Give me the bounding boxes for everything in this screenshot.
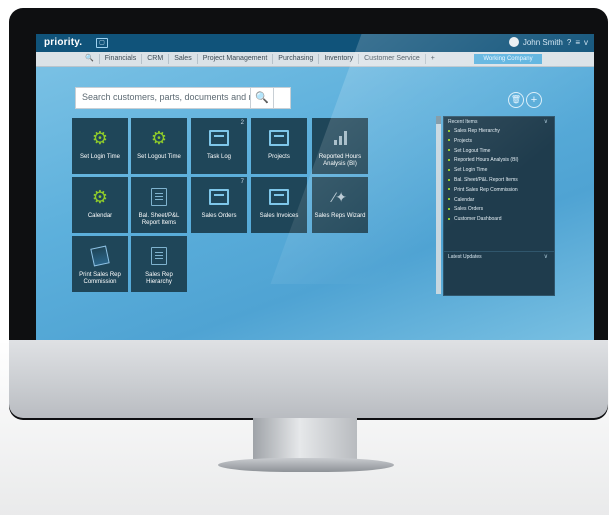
tile-sales-invoices[interactable]: Sales Invoices	[251, 177, 307, 233]
gear-icon: ⚙	[91, 128, 109, 148]
recent-item[interactable]: Customer Dashboard	[448, 215, 548, 225]
tile-label: Reported Hours Analysis (BI)	[318, 154, 362, 167]
recent-items-title: Recent Items	[448, 119, 478, 125]
help-icon[interactable]: ?	[567, 38, 571, 47]
main-menu-bar: 🔍 Financials CRM Sales Project Managemen…	[36, 52, 594, 67]
tile-sales-reps-wizard[interactable]: ⁄✦ Sales Reps Wizard	[312, 177, 368, 233]
wand-icon: ⁄✦	[332, 188, 348, 205]
form-icon	[251, 187, 307, 207]
menu-icon[interactable]: ≡	[575, 38, 580, 47]
search-placeholder: Search customers, parts, documents and m…	[82, 92, 270, 102]
recent-item[interactable]: Reported Hours Analysis (BI)	[448, 156, 548, 166]
monitor-stand-base	[218, 458, 394, 472]
tile-bal-sheet-report-items[interactable]: Bal. Sheet/P&L Report Items	[131, 177, 187, 233]
tile-label: Set Logout Time	[137, 154, 181, 160]
tile-set-login-time[interactable]: ⚙ Set Login Time	[72, 118, 128, 174]
print-icon	[72, 245, 128, 267]
recent-item[interactable]: Print Sales Rep Commission	[448, 186, 548, 196]
recent-item[interactable]: Set Logout Time	[448, 147, 548, 157]
menu-search-icon[interactable]: 🔍	[80, 54, 99, 64]
gear-icon: ⚙	[91, 187, 109, 207]
menu-item-inventory[interactable]: Inventory	[318, 54, 358, 64]
chevron-down-icon[interactable]: v	[584, 38, 588, 47]
tile-calendar[interactable]: ⚙ Calendar	[72, 177, 128, 233]
menu-item-customer-service[interactable]: Customer Service	[358, 54, 425, 64]
menu-add-icon[interactable]: +	[424, 54, 440, 64]
tile-label: Sales Orders	[201, 213, 237, 219]
add-tile-button[interactable]: +	[526, 92, 542, 108]
delete-tile-button[interactable]: 🗑	[508, 92, 524, 108]
plus-icon: +	[530, 94, 538, 106]
recent-item[interactable]: Set Login Time	[448, 166, 548, 176]
tile-task-log[interactable]: 2 Task Log	[191, 118, 247, 174]
tile-label: Sales Reps Wizard	[314, 213, 366, 219]
gear-icon: ⚙	[150, 128, 168, 148]
tile-label: Set Login Time	[79, 154, 121, 160]
top-bar: priority. ▢ John Smith ? ≡ v	[36, 34, 594, 52]
tile-reported-hours-analysis[interactable]: Reported Hours Analysis (BI)	[312, 118, 368, 174]
form-icon	[191, 128, 247, 148]
recent-item[interactable]: Sales Orders	[448, 205, 548, 215]
company-selector[interactable]: Working Company	[474, 54, 542, 64]
avatar[interactable]	[508, 37, 519, 47]
count-badge: 2	[240, 120, 244, 126]
app-screen: priority. ▢ John Smith ? ≡ v 🔍 Financial…	[36, 34, 594, 340]
menu-item-financials[interactable]: Financials	[98, 54, 142, 64]
main-menu: 🔍 Financials CRM Sales Project Managemen…	[80, 54, 440, 64]
tile-projects[interactable]: Projects	[251, 118, 307, 174]
tile-label: Sales Invoices	[259, 213, 299, 219]
panel-scrollbar[interactable]	[436, 116, 441, 294]
recent-items-list: Sales Rep Hierarchy Projects Set Logout …	[448, 127, 548, 225]
trash-icon: 🗑	[510, 95, 522, 104]
menu-item-crm[interactable]: CRM	[141, 54, 168, 64]
form-icon	[191, 187, 247, 207]
monitor-stand-neck	[253, 418, 357, 462]
user-name[interactable]: John Smith	[523, 38, 563, 47]
workspace-toggle-icon[interactable]: ▢	[96, 38, 108, 48]
tile-label: Print Sales Rep Commission	[79, 272, 121, 285]
report-icon	[131, 187, 187, 207]
count-badge: 7	[240, 179, 244, 185]
tile-label: Bal. Sheet/P&L Report Items	[138, 213, 180, 226]
form-icon	[251, 128, 307, 148]
tile-label: Sales Rep Hierarchy	[145, 272, 173, 285]
recent-item[interactable]: Calendar	[448, 196, 548, 206]
user-area: John Smith ? ≡ v	[508, 37, 588, 47]
tile-label: Projects	[268, 154, 290, 160]
recent-item[interactable]: Bal. Sheet/P&L Report Items	[448, 176, 548, 186]
bar-chart-icon	[312, 128, 368, 148]
tile-label: Calendar	[87, 213, 113, 219]
menu-item-purchasing[interactable]: Purchasing	[272, 54, 318, 64]
latest-updates-title: Latest Updates	[448, 254, 482, 260]
app-logo[interactable]: priority.	[44, 37, 82, 48]
monitor-chin	[9, 340, 608, 418]
tile-print-sales-rep-commission[interactable]: Print Sales Rep Commission	[72, 236, 128, 292]
menu-item-project-management[interactable]: Project Management	[196, 54, 273, 64]
chevron-down-icon[interactable]: ∨	[544, 118, 548, 125]
report-icon	[131, 246, 187, 266]
recent-item[interactable]: Sales Rep Hierarchy	[448, 127, 548, 137]
search-icon: 🔍	[255, 92, 269, 104]
side-panel: Recent Items ∨ Sales Rep Hierarchy Proje…	[443, 116, 555, 296]
chevron-down-icon[interactable]: ∨	[544, 253, 548, 260]
recent-item[interactable]: Projects	[448, 137, 548, 147]
tile-set-logout-time[interactable]: ⚙ Set Logout Time	[131, 118, 187, 174]
menu-item-sales[interactable]: Sales	[168, 54, 197, 64]
tile-sales-orders[interactable]: 7 Sales Orders	[191, 177, 247, 233]
tile-sales-rep-hierarchy[interactable]: Sales Rep Hierarchy	[131, 236, 187, 292]
tile-label: Task Log	[206, 154, 231, 160]
search-button[interactable]: 🔍	[250, 87, 274, 109]
latest-updates-header[interactable]: Latest Updates ∨	[444, 251, 554, 264]
